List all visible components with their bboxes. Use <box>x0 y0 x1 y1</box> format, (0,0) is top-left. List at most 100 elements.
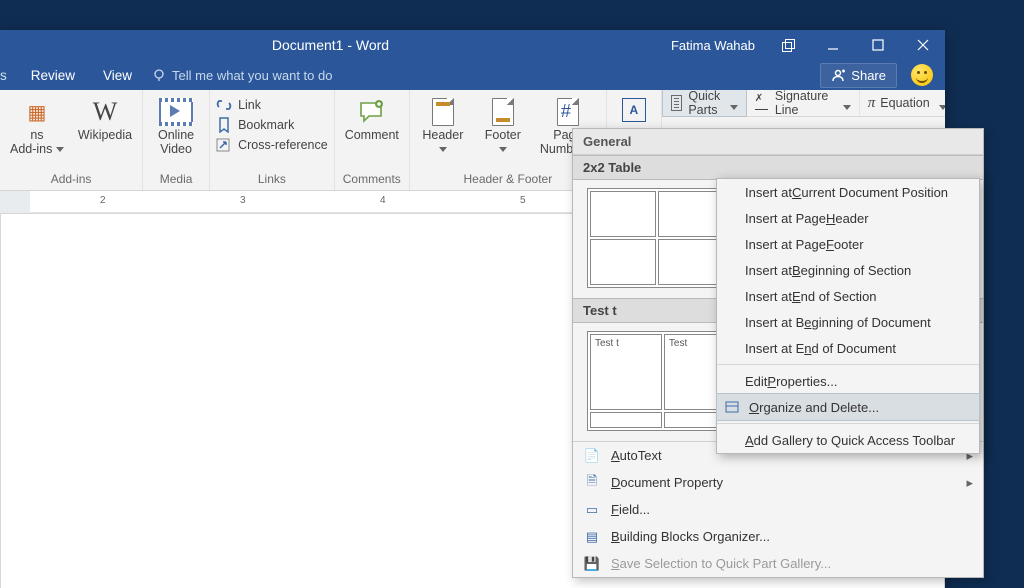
menu-document-property[interactable]: 🗎 Document Property ▸ Document Property <box>573 469 983 496</box>
tab-review[interactable]: Review <box>17 60 89 90</box>
chevron-down-icon <box>843 100 851 106</box>
feedback-smiley-icon[interactable] <box>911 64 933 86</box>
wikipedia-icon: W <box>93 97 118 127</box>
tell-me-placeholder: Tell me what you want to do <box>172 68 332 83</box>
wikipedia-button[interactable]: W Wikipedia <box>74 94 136 144</box>
my-addins-button[interactable]: ▦ ns Add-ins <box>6 94 68 158</box>
addins-icon: ▦ <box>27 96 46 128</box>
header-label: Header <box>422 128 463 142</box>
ctx-add-to-qat[interactable]: Add Gallery to Quick Access Toolbar <box>717 427 979 453</box>
ctx-insert-current-position[interactable]: Insert at Current Document Position <box>717 179 979 205</box>
comment-icon <box>359 96 385 128</box>
header-icon <box>432 98 454 126</box>
chevron-down-icon <box>939 100 945 106</box>
window-overlap-icon <box>782 39 794 51</box>
field-icon: ▭ <box>583 502 601 518</box>
addins-line2: Add-ins <box>10 142 52 156</box>
ctx-insert-beginning-document[interactable]: Insert at Beginning of Document <box>717 309 979 335</box>
save-selection-icon: 💾 <box>583 556 601 572</box>
ctx-insert-end-section[interactable]: Insert at End of Section <box>717 283 979 309</box>
preview-test-table: Test tTest <box>587 331 727 431</box>
bookmark-label: Bookmark <box>238 118 294 132</box>
lightbulb-icon <box>152 68 166 82</box>
ctx-insert-page-header[interactable]: Insert at Page Header <box>717 205 979 231</box>
tab-view[interactable]: View <box>89 60 146 90</box>
ribbon-group-addins: ▦ ns Add-ins W Wikipedia Add-ins <box>0 90 143 190</box>
comments-caption: Comments <box>335 172 409 190</box>
ruler-mark-3: 3 <box>240 195 246 206</box>
share-button[interactable]: Share <box>820 63 897 88</box>
window-title: Document1 - Word <box>0 37 661 53</box>
close-button[interactable] <box>900 30 945 60</box>
gallery-heading-2x2: 2x2 Table <box>573 155 983 180</box>
docprop-icon: 🗎 <box>583 472 601 494</box>
organize-icon <box>723 400 741 414</box>
autotext-icon: 📄 <box>583 448 601 464</box>
ctx-edit-properties[interactable]: Edit Properties... <box>717 368 979 394</box>
video-icon <box>159 98 193 126</box>
close-icon <box>917 39 929 51</box>
ctx-insert-end-document[interactable]: Insert at End of Document <box>717 335 979 361</box>
bookmark-icon <box>216 117 232 133</box>
maximize-button[interactable] <box>855 30 900 60</box>
bookmark-button[interactable]: Bookmark <box>216 117 328 133</box>
signature-line-label: Signature Line <box>775 90 833 117</box>
ribbon-tab-bar: s Review View Tell me what you want to d… <box>0 60 945 90</box>
tab-truncated[interactable]: s <box>0 60 17 90</box>
chevron-down-icon <box>56 142 64 148</box>
autotext-prefix: A <box>611 448 620 463</box>
footer-icon <box>492 98 514 126</box>
menu-building-blocks-organizer[interactable]: ▤ Building Blocks Organizer... Building … <box>573 523 983 550</box>
signature-line-icon <box>755 97 768 110</box>
crossref-label: Cross-reference <box>238 138 328 152</box>
ctx-insert-beginning-section[interactable]: Insert at Beginning of Section <box>717 257 979 283</box>
ctx-insert-page-footer[interactable]: Insert at Page Footer <box>717 231 979 257</box>
link-icon <box>216 97 232 113</box>
chevron-down-icon <box>730 100 738 106</box>
quick-parts-icon <box>671 95 683 111</box>
links-caption: Links <box>210 172 334 190</box>
signature-line-button[interactable]: Signature Line <box>747 90 860 116</box>
addins-caption: Add-ins <box>0 172 142 190</box>
preview-cell-2: Test <box>664 334 724 410</box>
account-window-icon[interactable] <box>765 30 810 60</box>
maximize-icon <box>872 39 884 51</box>
media-caption: Media <box>143 172 209 190</box>
separator <box>717 423 979 424</box>
ribbon-group-media: Online Video Media <box>143 90 210 190</box>
addins-line1: ns <box>30 128 43 142</box>
bb-organizer-icon: ▤ <box>583 529 601 545</box>
comment-button[interactable]: Comment <box>341 94 403 144</box>
preview-2x2-table <box>587 188 727 288</box>
footer-label: Footer <box>485 128 521 142</box>
equation-button[interactable]: πEquation <box>860 90 945 116</box>
comment-label: Comment <box>345 128 399 142</box>
wikipedia-label: Wikipedia <box>78 128 132 142</box>
title-right-cluster: Fatima Wahab <box>661 30 945 60</box>
tell-me-search[interactable]: Tell me what you want to do <box>146 68 332 83</box>
user-name[interactable]: Fatima Wahab <box>661 38 765 53</box>
dropdown-heading-general: General <box>573 129 983 155</box>
menu-save-selection: 💾 Save Selection to Quick Part Gallery..… <box>573 550 983 577</box>
minimize-icon <box>827 39 839 51</box>
share-label: Share <box>851 68 886 83</box>
menu-field[interactable]: ▭ Field... Field... <box>573 496 983 523</box>
online-video-l1: Online <box>158 128 194 142</box>
quick-parts-label: Quick Parts <box>688 90 726 117</box>
online-video-l2: Video <box>160 142 192 156</box>
minimize-button[interactable] <box>810 30 855 60</box>
ruler-mark-5: 5 <box>520 195 526 206</box>
pi-icon: π <box>868 95 876 112</box>
separator <box>717 364 979 365</box>
quick-parts-button[interactable]: Quick Parts <box>662 90 747 117</box>
link-button[interactable]: Link <box>216 97 328 113</box>
header-button[interactable]: Header <box>416 94 470 149</box>
ribbon-group-comments: Comment Comments <box>335 90 410 190</box>
cross-reference-button[interactable]: Cross-reference <box>216 137 328 153</box>
online-video-button[interactable]: Online Video <box>149 94 203 158</box>
ribbon-group-links: Link Bookmark Cross-reference Links <box>210 90 335 190</box>
text-box-icon: A <box>622 98 646 122</box>
ctx-organize-and-delete[interactable]: Organize and Delete... <box>716 393 980 421</box>
chevron-down-icon <box>499 141 507 147</box>
footer-button[interactable]: Footer <box>476 94 530 149</box>
